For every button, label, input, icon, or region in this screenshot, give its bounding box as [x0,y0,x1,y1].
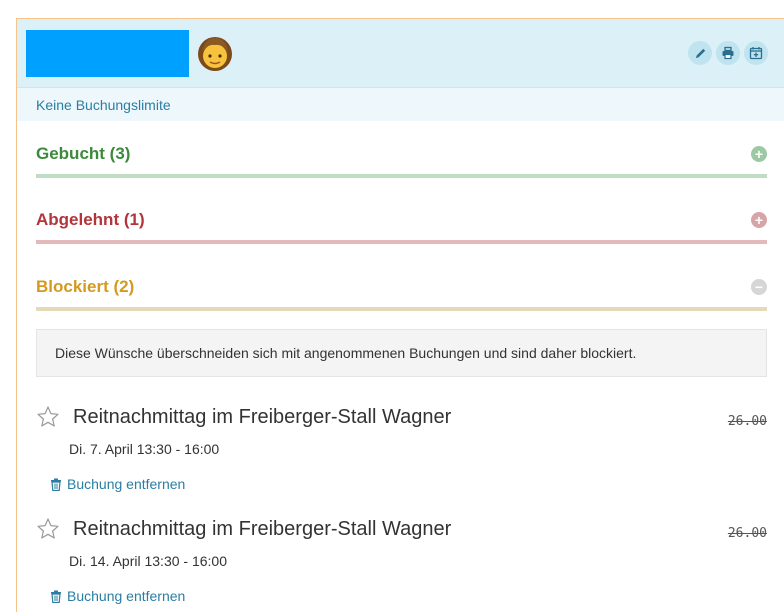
print-icon[interactable] [716,41,740,65]
collapse-icon[interactable]: − [751,279,767,295]
item-title: Reitnachmittag im Freiberger-Stall Wagne… [73,518,452,540]
item-title: Reitnachmittag im Freiberger-Stall Wagne… [73,406,452,428]
remove-booking-link[interactable]: Buchung entfernen [50,588,185,604]
trash-icon [51,590,61,603]
item-date: Di. 7. April 13:30 - 16:00 [69,441,220,457]
expand-icon[interactable]: + [751,146,767,162]
calendar-add-icon[interactable] [744,41,768,65]
section-blocked[interactable]: Blockiert (2) − [36,267,767,311]
header-actions [688,41,768,65]
item-price: 26.00 [727,414,767,429]
pencil-icon[interactable] [688,41,712,65]
section-rejected-title: Abgelehnt (1) [36,210,145,229]
booking-card: Keine Buchungslimite Gebucht (3) + Abgel… [16,18,784,612]
section-booked-title: Gebucht (3) [36,144,131,163]
redacted-user-name [26,30,189,77]
card-header [17,19,784,87]
booking-limit-info: Keine Buchungslimite [17,87,784,121]
star-outline-icon[interactable] [36,517,60,541]
trash-icon [51,478,61,491]
section-divider [36,307,767,311]
list-item: Reitnachmittag im Freiberger-Stall Wagne… [36,514,767,612]
expand-icon[interactable]: + [751,212,767,228]
item-price: 26.00 [727,526,767,541]
item-date: Di. 14. April 13:30 - 16:00 [69,553,227,569]
section-divider [36,240,767,244]
user-avatar-icon [198,37,232,71]
blocked-notice: Diese Wünsche überschneiden sich mit ang… [36,329,767,377]
list-item: Reitnachmittag im Freiberger-Stall Wagne… [36,402,767,504]
section-booked[interactable]: Gebucht (3) + [36,134,767,178]
star-outline-icon[interactable] [36,405,60,429]
remove-booking-link[interactable]: Buchung entfernen [50,476,185,492]
section-blocked-title: Blockiert (2) [36,277,135,296]
remove-booking-label: Buchung entfernen [67,476,186,492]
section-divider [36,174,767,178]
section-rejected[interactable]: Abgelehnt (1) + [36,200,767,244]
remove-booking-label: Buchung entfernen [67,588,186,604]
